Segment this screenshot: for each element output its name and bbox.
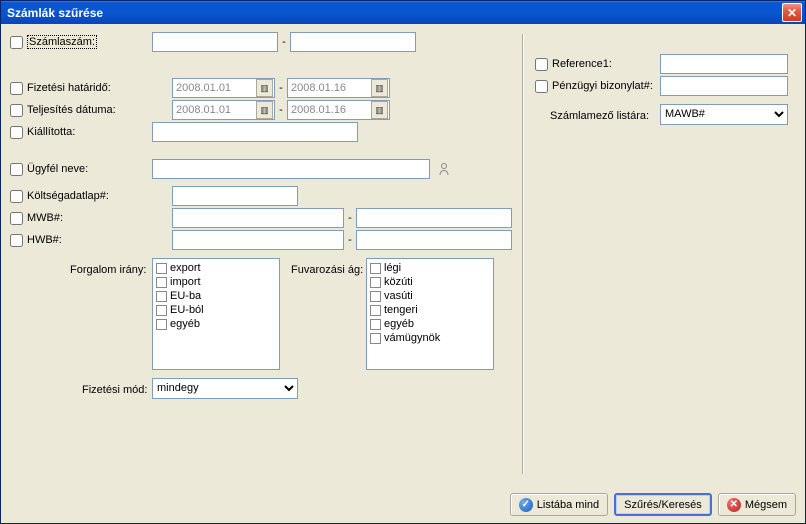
megsem-button[interactable]: ✕ Mégsem bbox=[718, 493, 796, 516]
person-lookup-icon[interactable] bbox=[438, 162, 450, 176]
forgalom-irany-listbox[interactable]: export import EU-ba EU-ból egyéb bbox=[152, 258, 280, 370]
mwb-label: MWB#: bbox=[27, 212, 63, 224]
ugyfel-label: Ügyfél neve: bbox=[27, 163, 88, 175]
hwb-from-input[interactable] bbox=[172, 230, 344, 250]
fuvarozasi-ag-listbox[interactable]: légi közúti vasúti tengeri egyéb vámügynök bbox=[366, 258, 494, 370]
checkbox-icon[interactable] bbox=[370, 319, 381, 330]
list-item-label: tengeri bbox=[384, 304, 418, 316]
dash: - bbox=[344, 212, 356, 224]
dash: - bbox=[275, 82, 287, 94]
checkbox-icon[interactable] bbox=[156, 277, 167, 288]
mwb-to-input[interactable] bbox=[356, 208, 512, 228]
list-item[interactable]: EU-ból bbox=[156, 303, 276, 317]
teljesites-from-date[interactable]: 2008.01.01 ▥ bbox=[172, 100, 275, 120]
list-item[interactable]: export bbox=[156, 261, 276, 275]
szamlamezo-select[interactable]: MAWB# bbox=[660, 104, 788, 125]
reference1-input[interactable] bbox=[660, 54, 788, 74]
calendar-icon[interactable]: ▥ bbox=[256, 79, 273, 97]
checkbox-icon[interactable] bbox=[370, 263, 381, 274]
list-item-label: egyéb bbox=[170, 318, 200, 330]
kiallitotta-checkbox[interactable] bbox=[10, 126, 23, 139]
fizetesi-mod-label: Fizetési mód: bbox=[82, 384, 147, 396]
checkbox-icon[interactable] bbox=[370, 333, 381, 344]
list-item[interactable]: közúti bbox=[370, 275, 490, 289]
hwb-label: HWB#: bbox=[27, 234, 62, 246]
checkbox-icon[interactable] bbox=[370, 305, 381, 316]
koltsegadatlap-checkbox[interactable] bbox=[10, 190, 23, 203]
ugyfel-input[interactable] bbox=[152, 159, 430, 179]
dash: - bbox=[278, 36, 290, 48]
fizhatarido-checkbox[interactable] bbox=[10, 82, 23, 95]
fizhatarido-label: Fizetési határidő: bbox=[27, 82, 111, 94]
mwb-from-input[interactable] bbox=[172, 208, 344, 228]
list-item-label: EU-ból bbox=[170, 304, 204, 316]
list-item-label: vasúti bbox=[384, 290, 413, 302]
szures-kereses-button[interactable]: Szűrés/Keresés bbox=[614, 493, 712, 516]
window-title: Számlák szűrése bbox=[7, 6, 103, 20]
checkbox-icon[interactable] bbox=[156, 319, 167, 330]
penzugyi-input[interactable] bbox=[660, 76, 788, 96]
vertical-separator bbox=[522, 34, 524, 474]
szamlamezo-label: Számlamező listára: bbox=[550, 110, 649, 122]
button-label: Szűrés/Keresés bbox=[624, 499, 702, 511]
list-item[interactable]: EU-ba bbox=[156, 289, 276, 303]
szamlaszam-to-input[interactable] bbox=[290, 32, 416, 52]
list-item-label: légi bbox=[384, 262, 401, 274]
dash: - bbox=[344, 234, 356, 246]
calendar-icon[interactable]: ▥ bbox=[256, 101, 273, 119]
ugyfel-checkbox[interactable] bbox=[10, 163, 23, 176]
list-item-label: egyéb bbox=[384, 318, 414, 330]
checkbox-icon[interactable] bbox=[156, 305, 167, 316]
list-item-label: közúti bbox=[384, 276, 413, 288]
forgalom-irany-label: Forgalom irány: bbox=[70, 264, 146, 276]
penzugyi-checkbox[interactable] bbox=[535, 80, 548, 93]
cancel-icon: ✕ bbox=[727, 498, 741, 512]
listaba-mind-button[interactable]: ✓ Listába mind bbox=[510, 493, 608, 516]
teljesites-checkbox[interactable] bbox=[10, 104, 23, 117]
checkbox-icon[interactable] bbox=[370, 291, 381, 302]
fizetesi-mod-select[interactable]: mindegy bbox=[152, 378, 298, 399]
fizhatarido-from-date[interactable]: 2008.01.01 ▥ bbox=[172, 78, 275, 98]
koltsegadatlap-label: Költségadatlap#: bbox=[27, 190, 109, 202]
szamlaszam-label: Számlaszám: bbox=[27, 35, 97, 49]
calendar-icon[interactable]: ▥ bbox=[371, 101, 388, 119]
dash: - bbox=[275, 104, 287, 116]
reference1-checkbox[interactable] bbox=[535, 58, 548, 71]
list-item-label: vámügynök bbox=[384, 332, 440, 344]
kiallitotta-input[interactable] bbox=[152, 122, 358, 142]
check-icon: ✓ bbox=[519, 498, 533, 512]
list-item[interactable]: egyéb bbox=[156, 317, 276, 331]
list-item-label: EU-ba bbox=[170, 290, 201, 302]
checkbox-icon[interactable] bbox=[370, 277, 381, 288]
penzugyi-label: Pénzügyi bizonylat#: bbox=[552, 80, 653, 92]
list-item[interactable]: egyéb bbox=[370, 317, 490, 331]
title-bar: Számlák szűrése ✕ bbox=[1, 1, 805, 24]
teljesites-to-date[interactable]: 2008.01.16 ▥ bbox=[287, 100, 390, 120]
fuvarozasi-ag-label: Fuvarozási ág: bbox=[291, 264, 363, 276]
hwb-to-input[interactable] bbox=[356, 230, 512, 250]
list-item[interactable]: import bbox=[156, 275, 276, 289]
szamlaszam-from-input[interactable] bbox=[152, 32, 278, 52]
kiallitotta-label: Kiállította: bbox=[27, 126, 75, 138]
hwb-checkbox[interactable] bbox=[10, 234, 23, 247]
teljesites-label: Teljesítés dátuma: bbox=[27, 104, 116, 116]
list-item[interactable]: légi bbox=[370, 261, 490, 275]
fizhatarido-to-date[interactable]: 2008.01.16 ▥ bbox=[287, 78, 390, 98]
reference1-label: Reference1: bbox=[552, 58, 612, 70]
koltsegadatlap-input[interactable] bbox=[172, 186, 298, 206]
list-item-label: import bbox=[170, 276, 201, 288]
szamlaszam-checkbox[interactable] bbox=[10, 36, 23, 49]
button-label: Listába mind bbox=[537, 499, 599, 511]
mwb-checkbox[interactable] bbox=[10, 212, 23, 225]
checkbox-icon[interactable] bbox=[156, 263, 167, 274]
list-item[interactable]: tengeri bbox=[370, 303, 490, 317]
checkbox-icon[interactable] bbox=[156, 291, 167, 302]
calendar-icon[interactable]: ▥ bbox=[371, 79, 388, 97]
button-label: Mégsem bbox=[745, 499, 787, 511]
close-button[interactable]: ✕ bbox=[782, 3, 802, 22]
list-item-label: export bbox=[170, 262, 201, 274]
list-item[interactable]: vámügynök bbox=[370, 331, 490, 345]
list-item[interactable]: vasúti bbox=[370, 289, 490, 303]
